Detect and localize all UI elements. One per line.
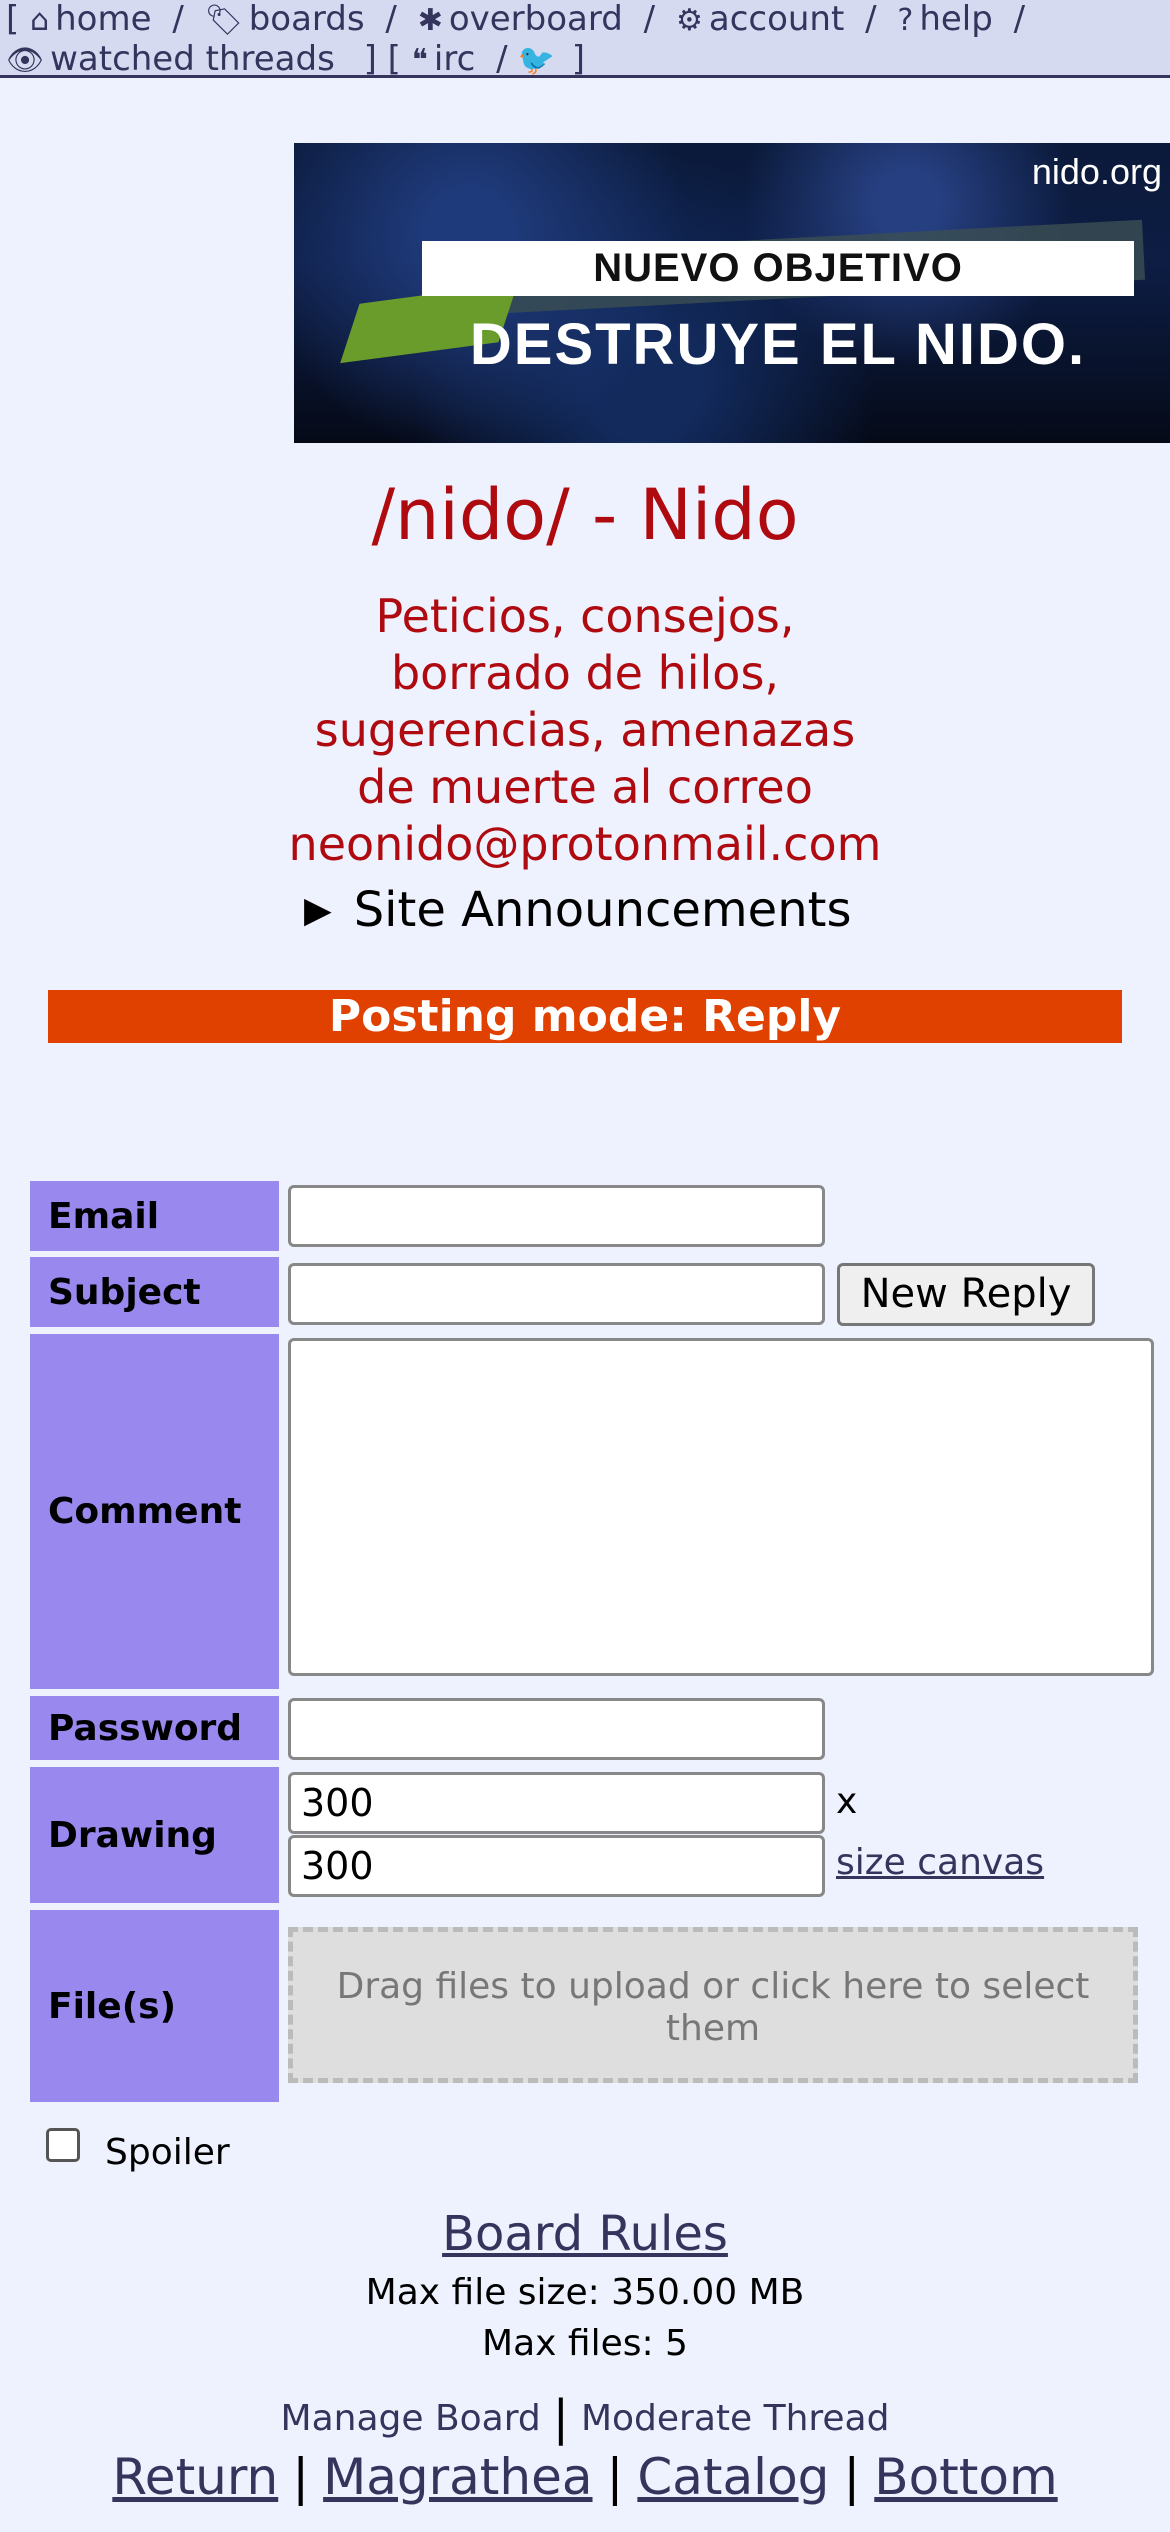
link-separator: | [843,2448,861,2506]
nav-watched-label: watched threads [50,39,335,79]
spoiler-checkbox[interactable] [46,2128,80,2162]
question-icon: ? [897,3,914,38]
board-subtitle-email: neonido@protonmail.com [288,817,882,871]
password-label: Password [30,1696,279,1760]
bracket-open: [ [6,0,20,39]
nav-separator: / [1013,0,1026,39]
board-subtitle-line: Peticios, consejos, [375,589,795,643]
nav-separator: / [496,39,508,79]
subject-field[interactable] [288,1263,825,1325]
twitter-icon: 🐦 [517,43,555,78]
moderation-links: Manage Board | Moderate Thread [0,2390,1170,2446]
dimension-separator: x [836,1781,858,1822]
banner-site-text: nido.org [1031,151,1162,192]
moderate-thread-link[interactable]: Moderate Thread [581,2398,890,2439]
drawing-height-input[interactable]: 300 [288,1835,825,1897]
email-label: Email [30,1181,279,1251]
board-subtitle-line: borrado de hilos, [390,646,780,700]
eye-icon: 👁 [6,43,45,78]
bracket-close: ] [363,39,377,79]
nav-overboard-label: overboard [448,0,623,39]
home-icon: ⌂ [30,3,50,38]
bracket-close: ] [571,39,585,79]
board-subtitle-line: sugerencias, amenazas [314,703,856,757]
top-nav-row-2: 👁 watched threads ] [ ❝ irc / 🐦 ] [6,40,1164,80]
email-field[interactable] [288,1185,825,1247]
bottom-navigation: Return | Magrathea | Catalog | Bottom [0,2448,1170,2506]
bracket-open: [ [387,39,401,79]
magrathea-link[interactable]: Magrathea [323,2448,592,2506]
gear-icon: ⚙ [675,3,703,38]
link-separator: | [606,2448,624,2506]
tags-icon: 🏷 [204,3,243,38]
link-separator: | [292,2448,310,2506]
nav-home-label: home [55,0,152,39]
file-dropzone[interactable]: Drag files to upload or click here to se… [288,1927,1138,2083]
manage-board-link[interactable]: Manage Board [281,2398,541,2439]
site-announcements-toggle[interactable]: ▶ Site Announcements [304,880,851,941]
nav-separator: / [172,0,184,39]
banner-subtitle-text: DESTRUYE EL NIDO. [469,312,1087,377]
max-file-size: Max file size: 350.00 MB [365,2272,805,2313]
nav-help-label: help [919,0,993,39]
board-title: /nido/ - Nido [371,474,799,556]
board-subtitle-line: de muerte al correo [357,760,813,814]
nav-account-label: account [708,0,845,39]
max-files: Max files: 5 [482,2323,688,2364]
nav-boards-label: boards [248,0,365,39]
catalog-link[interactable]: Catalog [637,2448,829,2506]
nav-twitter-link[interactable]: 🐦 [518,39,561,79]
banner-objective-text: NUEVO OBJETIVO [422,241,1134,296]
bottom-link[interactable]: Bottom [874,2448,1057,2506]
nav-watched-threads-link[interactable]: 👁 watched threads [6,39,346,79]
site-announcements-label: Site Announcements [353,882,852,938]
nav-help-link[interactable]: ? help [887,0,1004,39]
password-field[interactable] [288,1698,825,1760]
board-subtitle: Peticios, consejos, borrado de hilos, su… [250,588,920,873]
board-rules-link[interactable]: Board Rules [0,2206,1170,2262]
nav-separator: / [643,0,656,39]
nav-separator: / [865,0,877,39]
nav-overboard-link[interactable]: ✱ overboard [407,0,634,39]
top-nav-row-1: [ ⌂ home / 🏷 boards / ✱ overboard / ⚙ accoun… [6,0,1164,40]
drawing-label: Drawing [30,1767,279,1903]
nav-separator: / [385,0,397,39]
new-reply-button[interactable]: New Reply [837,1263,1095,1326]
posting-mode-banner: Posting mode: Reply [48,990,1122,1043]
files-label: File(s) [30,1910,279,2102]
drawing-width-input[interactable]: 300 [288,1772,825,1834]
comment-label: Comment [30,1334,279,1689]
spoiler-label: Spoiler [105,2132,230,2173]
asterisk-icon: ✱ [417,3,443,38]
comment-textarea[interactable] [288,1338,1154,1676]
return-link[interactable]: Return [112,2448,278,2506]
nav-irc-link[interactable]: ❝ irc [412,39,486,79]
subject-label: Subject [30,1257,279,1327]
disclosure-triangle-icon: ▶ [304,890,332,931]
quote-icon: ❝ [411,43,428,78]
nav-home-link[interactable]: ⌂ home [30,0,162,39]
nav-account-link[interactable]: ⚙ account [665,0,855,39]
top-navigation: [ ⌂ home / 🏷 boards / ✱ overboard / ⚙ accoun… [0,0,1170,80]
size-canvas-link[interactable]: size canvas [836,1842,1044,1883]
link-separator: | [552,2390,569,2446]
nav-boards-link[interactable]: 🏷 boards [194,0,376,39]
board-banner-image[interactable]: nido.org NUEVO OBJETIVO DESTRUYE EL NIDO… [294,143,1170,443]
nav-irc-label: irc [433,39,476,79]
